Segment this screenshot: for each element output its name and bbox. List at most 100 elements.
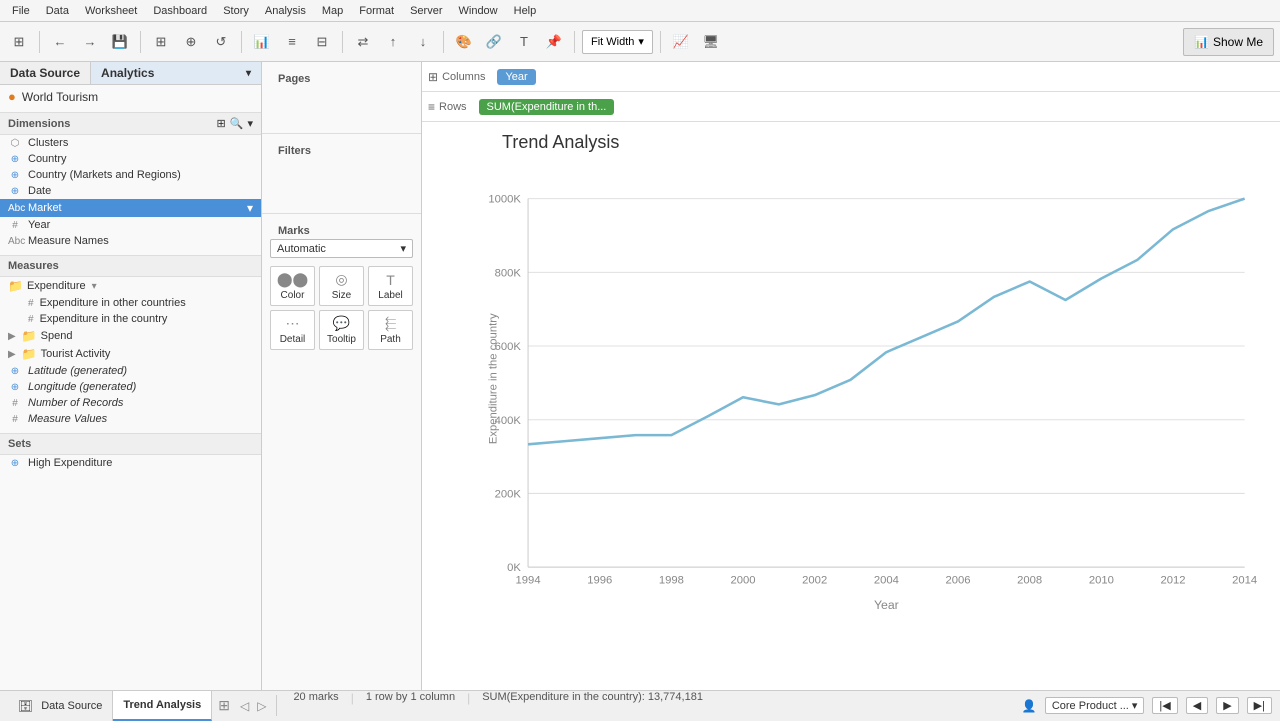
toolbar-link-btn[interactable]: 🔗 [481, 29, 507, 55]
sum-info: SUM(Expenditure in the country): 13,774,… [472, 691, 713, 720]
market-dropdown-icon: ▾ [247, 201, 253, 215]
menu-analysis[interactable]: Analysis [257, 0, 314, 22]
menu-story[interactable]: Story [215, 0, 257, 22]
toolbar-sep-6 [574, 31, 575, 53]
toolbar-grid-icon[interactable]: ⊞ [6, 29, 32, 55]
next-sheet-btn[interactable]: ▷ [253, 691, 270, 720]
menu-map[interactable]: Map [314, 0, 351, 22]
prev-sheet-btn[interactable]: ◁ [236, 691, 253, 720]
dim-measure-names[interactable]: Abc Measure Names [0, 233, 261, 249]
toolbar-back-btn[interactable]: ← [47, 29, 73, 55]
status-bar: 🗄 Data Source Trend Analysis ⊞ ◁ ▷ 20 ma… [0, 690, 1280, 720]
date-icon: ⊕ [8, 186, 22, 197]
marks-path-btn[interactable]: ⬱ Path [368, 310, 413, 350]
canvas-area: ⊞ Columns Year ≡ Rows SUM(Expenditure in… [422, 62, 1280, 690]
expenditure-folder[interactable]: 📁 Expenditure ▾ [0, 277, 261, 295]
measure-values[interactable]: # Measure Values [0, 411, 261, 427]
toolbar-pin-btn[interactable]: 📌 [541, 29, 567, 55]
toolbar-save-btn[interactable]: 💾 [107, 29, 133, 55]
left-panel: Data Source Analytics ▾ ● World Tourism … [0, 62, 262, 690]
dim-market[interactable]: Abc Market ▾ [0, 199, 261, 217]
menu-server[interactable]: Server [402, 0, 450, 22]
toolbar-new-datasource-btn[interactable]: ⊞ [148, 29, 174, 55]
expenditure-other[interactable]: # Expenditure in other countries [0, 295, 261, 311]
dimensions-label: Dimensions [8, 118, 217, 130]
menu-dashboard[interactable]: Dashboard [145, 0, 215, 22]
pages-section: Pages [262, 62, 421, 134]
data-source-item[interactable]: ● World Tourism [0, 85, 261, 108]
center-panel: Pages Filters Marks Automatic ▾ ⬤⬤ Color… [262, 62, 422, 690]
marks-color-btn[interactable]: ⬤⬤ Color [270, 266, 315, 306]
menu-worksheet[interactable]: Worksheet [77, 0, 145, 22]
columns-year-pill[interactable]: Year [497, 69, 535, 85]
menu-format[interactable]: Format [351, 0, 402, 22]
data-source-tab[interactable]: 🗄 Data Source [8, 691, 113, 721]
expenditure-country[interactable]: # Expenditure in the country [0, 311, 261, 327]
fit-width-button[interactable]: Fit Width ▾ [582, 30, 653, 54]
show-me-button[interactable]: 📊 Show Me [1183, 28, 1274, 56]
measure-latitude[interactable]: ⊕ Latitude (generated) [0, 363, 261, 379]
toolbar: ⊞ ← → 💾 ⊞ ⊕ ↺ 📊 ≡ ⊟ ⇄ ↑ ↓ 🎨 🔗 T 📌 Fit Wi… [0, 22, 1280, 62]
toolbar-chart2-btn[interactable]: ≡ [279, 29, 305, 55]
rows-label: Rows [439, 101, 467, 113]
toolbar-chart-btn[interactable]: 📊 [249, 29, 275, 55]
set-high-expenditure[interactable]: ⊕ High Expenditure [0, 455, 261, 471]
menu-help[interactable]: Help [506, 0, 545, 22]
dim-clusters[interactable]: ⬡ Clusters [0, 135, 261, 151]
user-btn[interactable]: Core Product ... ▾ [1045, 697, 1145, 714]
tourist-activity-folder[interactable]: ▶ 📁 Tourist Activity [0, 345, 261, 363]
toolbar-chart3-btn[interactable]: ⊟ [309, 29, 335, 55]
analytics-tab[interactable]: Analytics ▾ [91, 62, 261, 84]
tourist-folder-icon: 📁 [22, 347, 37, 361]
toolbar-color-btn[interactable]: 🎨 [451, 29, 477, 55]
dim-date[interactable]: ⊕ Date [0, 183, 261, 199]
marks-detail-btn[interactable]: ⋯ Detail [270, 310, 315, 350]
menu-data[interactable]: Data [38, 0, 77, 22]
rows-sum-pill[interactable]: SUM(Expenditure in th... [479, 99, 615, 115]
toolbar-chart-type-btn[interactable]: 📈 [668, 29, 694, 55]
dimensions-grid-icon[interactable]: ⊞ [217, 117, 226, 130]
detail-icon: ⋯ [286, 315, 300, 332]
toolbar-add-btn[interactable]: ⊕ [178, 29, 204, 55]
nav-end-btn[interactable]: ▶| [1247, 697, 1272, 714]
measure-longitude[interactable]: ⊕ Longitude (generated) [0, 379, 261, 395]
toolbar-forward-btn[interactable]: → [77, 29, 103, 55]
toolbar-sort-desc-btn[interactable]: ↓ [410, 29, 436, 55]
exp-country-icon: # [28, 314, 34, 325]
svg-text:2000: 2000 [731, 575, 756, 587]
svg-text:800K: 800K [495, 267, 522, 279]
spend-folder[interactable]: ▶ 📁 Spend [0, 327, 261, 345]
nav-begin-btn[interactable]: |◀ [1152, 697, 1177, 714]
show-me-label: Show Me [1213, 35, 1263, 49]
data-tab[interactable]: Data Source [0, 62, 91, 84]
dim-country[interactable]: ⊕ Country [0, 151, 261, 167]
menu-file[interactable]: File [4, 0, 38, 22]
toolbar-sort-asc-btn[interactable]: ↑ [380, 29, 406, 55]
fit-width-chevron-icon: ▾ [638, 35, 644, 48]
marks-label-btn[interactable]: T Label [368, 266, 413, 306]
add-sheet-btn[interactable]: ⊞ [212, 691, 236, 720]
nav-prev-btn[interactable]: ◀ [1186, 697, 1208, 714]
toolbar-undo-btn[interactable]: ↺ [208, 29, 234, 55]
toolbar-swap-btn[interactable]: ⇄ [350, 29, 376, 55]
marks-type-dropdown[interactable]: Automatic ▾ [270, 239, 413, 258]
marks-tooltip-btn[interactable]: 💬 Tooltip [319, 310, 364, 350]
columns-grid-icon: ⊞ [428, 70, 438, 84]
trend-analysis-tab[interactable]: Trend Analysis [113, 691, 212, 721]
toolbar-sep-3 [241, 31, 242, 53]
svg-text:2008: 2008 [1017, 575, 1042, 587]
menu-window[interactable]: Window [451, 0, 506, 22]
dimensions-search-icon[interactable]: 🔍 [230, 117, 244, 130]
toolbar-device-btn[interactable]: 🖥 [698, 29, 724, 55]
nav-next-btn[interactable]: ▶ [1216, 697, 1238, 714]
measure-num-records[interactable]: # Number of Records [0, 395, 261, 411]
dimensions-more-icon[interactable]: ▾ [247, 117, 253, 130]
dim-year[interactable]: # Year [0, 217, 261, 233]
dim-country-markets[interactable]: ⊕ Country (Markets and Regions) [0, 167, 261, 183]
toolbar-text-btn[interactable]: T [511, 29, 537, 55]
marks-size-btn[interactable]: ◎ Size [319, 266, 364, 306]
datasource-icon: ● [8, 89, 16, 104]
country-icon: ⊕ [8, 154, 22, 165]
color-dots-icon: ⬤⬤ [277, 271, 308, 288]
svg-text:200K: 200K [495, 489, 522, 501]
